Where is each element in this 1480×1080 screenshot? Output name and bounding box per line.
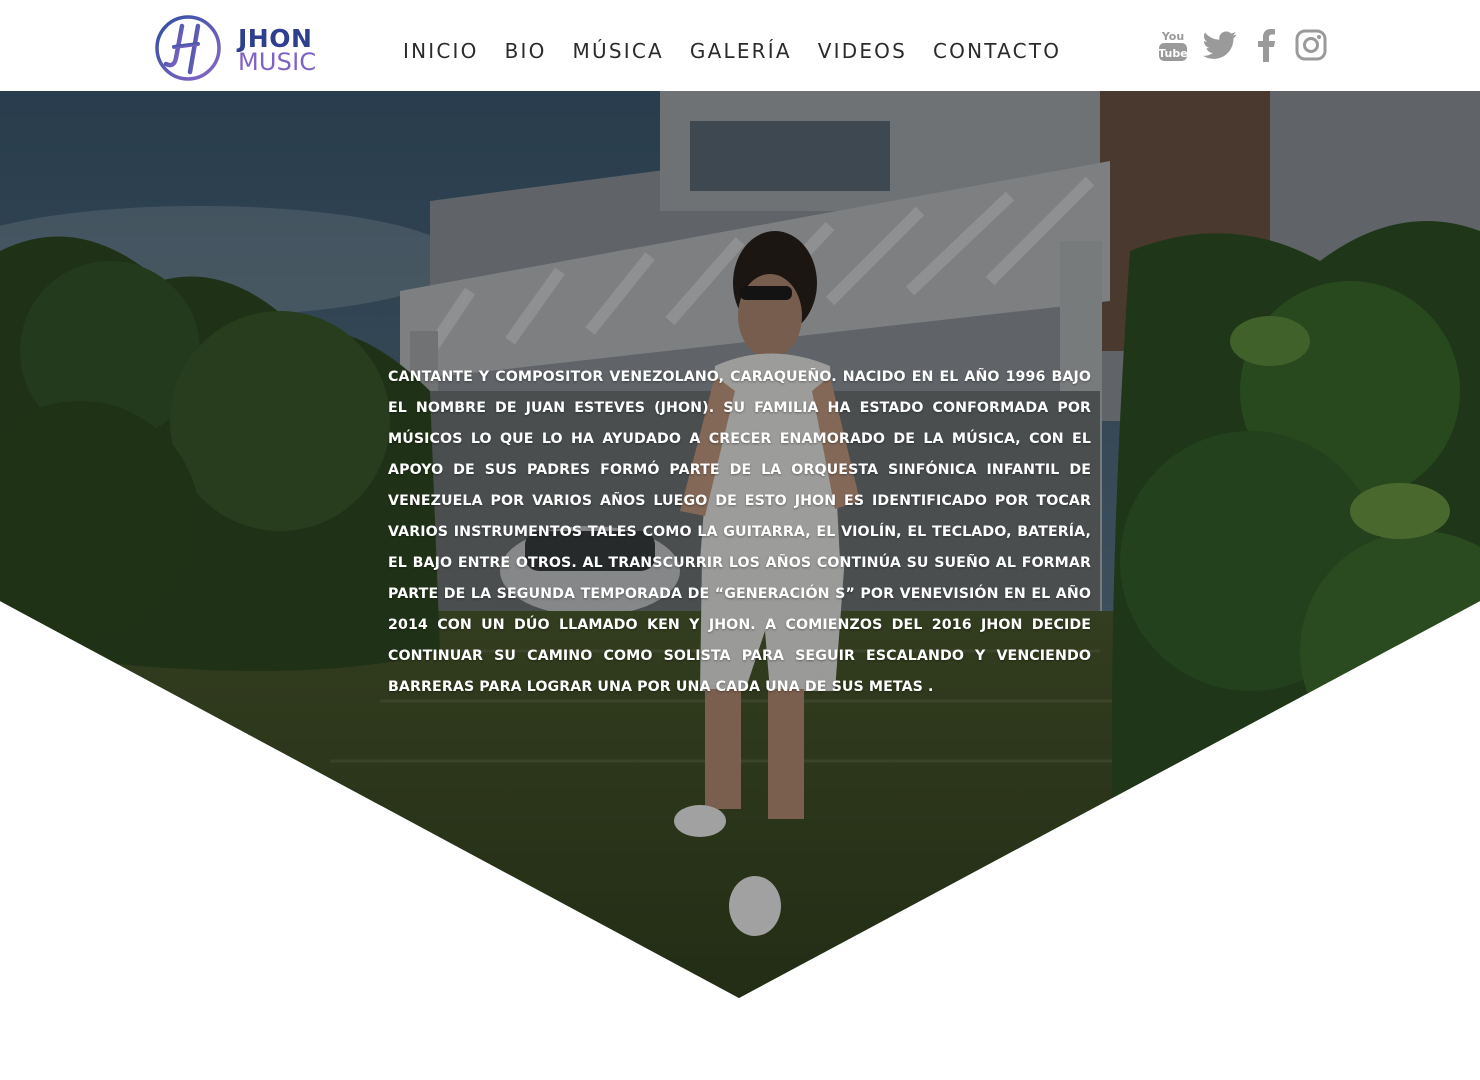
nav-item-bio[interactable]: BIO xyxy=(505,39,547,63)
nav-item-musica[interactable]: MÚSICA xyxy=(573,39,664,63)
hero-section: Cantante y compositor venezolano, caraqu… xyxy=(0,91,1480,998)
svg-text:You: You xyxy=(1161,30,1184,43)
nav-item-galeria[interactable]: GALERÍA xyxy=(690,39,792,63)
nav-item-contacto[interactable]: CONTACTO xyxy=(933,39,1061,63)
social-links: You Tube xyxy=(1158,28,1340,62)
youtube-icon[interactable]: You Tube xyxy=(1158,28,1188,62)
svg-text:Tube: Tube xyxy=(1158,47,1187,60)
nav-item-videos[interactable]: VIDEOS xyxy=(818,39,907,63)
logo-line-music: MUSIC xyxy=(238,48,317,76)
nav-item-inicio[interactable]: INICIO xyxy=(403,39,479,63)
facebook-icon[interactable] xyxy=(1255,28,1277,62)
logo[interactable]: JHON MUSIC xyxy=(154,14,324,82)
logo-mark-icon xyxy=(155,15,221,81)
twitter-icon[interactable] xyxy=(1201,28,1239,62)
instagram-icon[interactable] xyxy=(1295,29,1327,61)
bio-paragraph: Cantante y compositor venezolano, caraqu… xyxy=(388,369,1091,695)
logo-text: JHON MUSIC xyxy=(238,26,316,74)
main-nav: INICIO BIO MÚSICA GALERÍA VIDEOS CONTACT… xyxy=(390,36,1074,66)
site-header: JHON MUSIC INICIO BIO MÚSICA GALERÍA VID… xyxy=(0,0,1480,91)
